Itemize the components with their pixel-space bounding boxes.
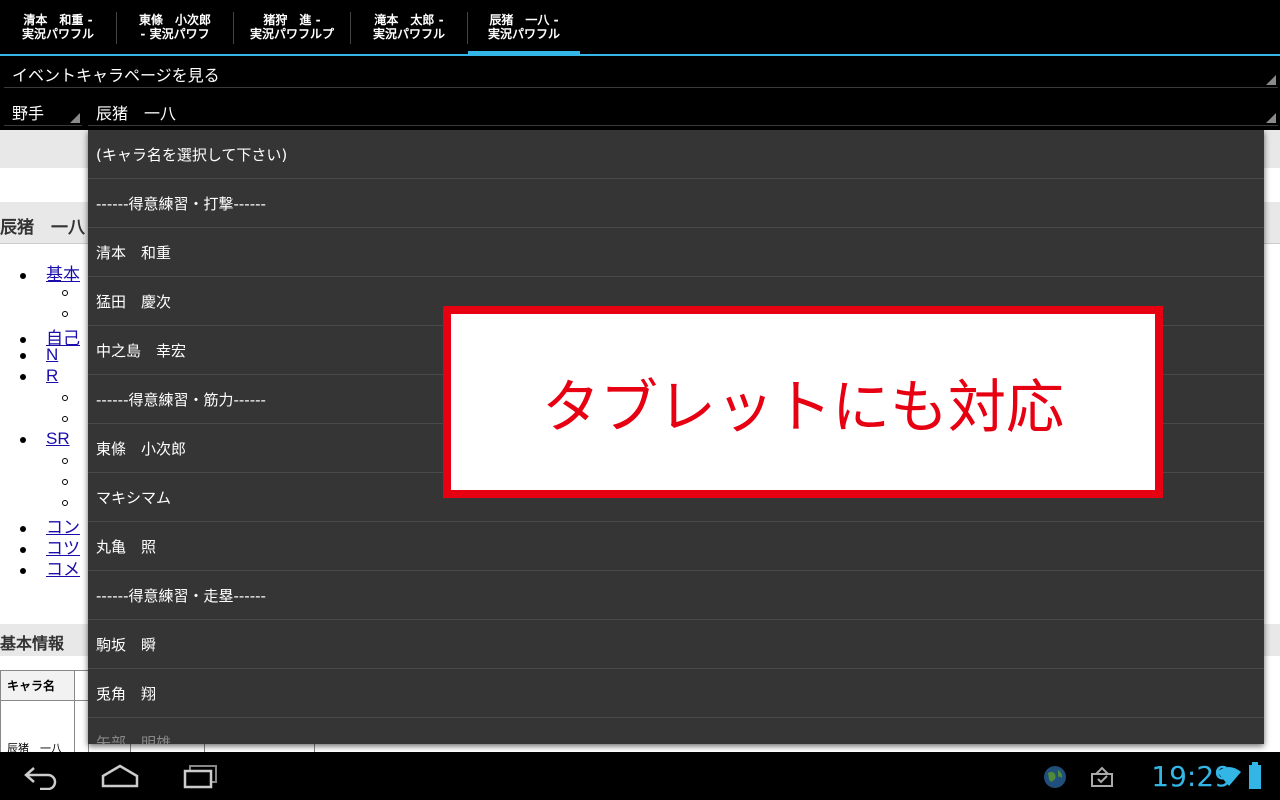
dropdown-item[interactable]: 兎角 翔 [88, 669, 1264, 718]
globe-notification-icon[interactable] [1042, 764, 1068, 790]
dropdown-item[interactable]: ------得意練習・打撃------ [88, 179, 1264, 228]
dropdown-item[interactable]: 駒坂 瞬 [88, 620, 1264, 669]
wifi-icon [1217, 767, 1241, 786]
toc-subitem [20, 450, 68, 470]
tab-kiyomoto[interactable]: 清本 和重 - 実況パワフル [0, 0, 116, 54]
dropdown-item[interactable]: 丸亀 照 [88, 522, 1264, 571]
toc-subitem [20, 282, 68, 302]
table-header-cell: キャラ名 [0, 670, 75, 701]
recent-apps-icon[interactable] [182, 762, 220, 790]
tab-ikari[interactable]: 猪狩 進 - 実況パワフルプ [234, 0, 350, 54]
event-spinner[interactable]: イベントキャラページを見る [4, 56, 1278, 88]
dropdown-item[interactable]: 矢部 明雄 [88, 718, 1264, 744]
page-title: 辰猪 一八 [0, 218, 85, 237]
position-spinner[interactable]: 野手 [4, 94, 82, 126]
toc-subitem [20, 471, 68, 491]
toc-subitem [20, 387, 68, 407]
toc-item[interactable]: N [20, 345, 58, 365]
filter-spinner-row: 野手 辰猪 一八 [0, 92, 1280, 130]
dropdown-arrow-icon [70, 113, 80, 123]
section-heading: 基本情報 [0, 636, 65, 653]
toc-item[interactable]: コメ [20, 555, 80, 580]
character-spinner[interactable]: 辰猪 一八 [88, 94, 1278, 126]
tab-takimoto[interactable]: 滝本 太郎 - 実況パワフル [351, 0, 467, 54]
task-notification-icon[interactable] [1090, 766, 1114, 788]
toc-subitem [20, 303, 68, 323]
event-spinner-label: イベントキャラページを見る [12, 66, 220, 85]
tab-tojo[interactable]: 東條 小次郎 - 実況パワフ [117, 0, 233, 54]
toc-subitem [20, 492, 68, 512]
toc-item[interactable]: R [20, 366, 58, 386]
promo-text: タブレットにも対応 [541, 373, 1064, 441]
dropdown-item[interactable]: (キャラ名を選択して下さい) [88, 130, 1264, 179]
back-icon[interactable] [22, 762, 60, 790]
dropdown-arrow-icon [1266, 113, 1276, 123]
table-cell: 辰猪 一八 [0, 700, 75, 752]
event-spinner-row: イベントキャラページを見る [0, 56, 1280, 92]
table-cell [74, 670, 89, 701]
battery-icon [1249, 762, 1261, 789]
tab-tatsui[interactable]: 辰猪 一八 - 実況パワフル [468, 0, 580, 56]
toc-item[interactable]: SR [20, 429, 70, 449]
promo-banner: タブレットにも対応 [443, 306, 1163, 498]
system-nav-bar: 19:29 [0, 752, 1280, 800]
dropdown-item[interactable]: 清本 和重 [88, 228, 1264, 277]
home-icon[interactable] [100, 762, 140, 790]
table-cell [74, 700, 89, 752]
tab-bar: 清本 和重 - 実況パワフル 東條 小次郎 - 実況パワフ 猪狩 進 - 実況パ… [0, 0, 1280, 56]
character-spinner-label: 辰猪 一八 [96, 104, 177, 123]
dropdown-arrow-icon [1266, 75, 1276, 85]
toc-subitem [20, 408, 68, 428]
position-spinner-label: 野手 [12, 104, 45, 123]
dropdown-item[interactable]: ------得意練習・走塁------ [88, 571, 1264, 620]
